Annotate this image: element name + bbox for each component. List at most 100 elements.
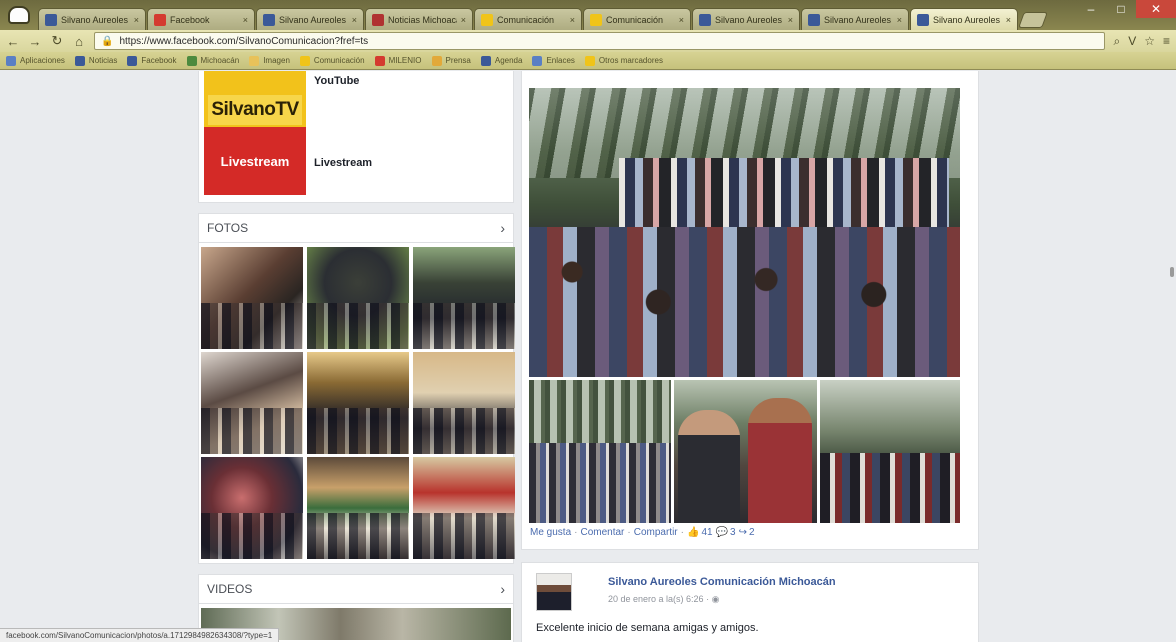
bookmark-label[interactable]: Enlaces (546, 56, 574, 65)
share-link[interactable]: Compartir (634, 527, 678, 538)
browser-tab[interactable]: Comunicación × (583, 8, 691, 30)
browser-tab[interactable]: Noticias Michoacán × (365, 8, 473, 30)
bookmark-label[interactable]: Prensa (446, 56, 471, 65)
bookmark-item[interactable]: Enlaces (532, 55, 575, 66)
tab-close-icon[interactable]: × (134, 15, 139, 25)
tab-title[interactable]: Silvano Aureoles (279, 15, 348, 25)
bookmark-item[interactable]: Aplicaciones (6, 55, 65, 66)
app-livestream[interactable]: Livestream Livestream (204, 127, 372, 195)
tab-close-icon[interactable]: × (1006, 15, 1011, 25)
app-label-livestream[interactable]: Livestream (314, 157, 372, 169)
photo-thumbnail[interactable] (413, 247, 515, 349)
photo-thumbnail[interactable] (307, 352, 409, 454)
close-window-icon[interactable]: ✕ (1136, 0, 1176, 18)
photo-thumbnail[interactable] (307, 457, 409, 559)
tab-title[interactable]: Silvano Aureoles C (61, 15, 130, 25)
extension-icon[interactable]: V (1128, 34, 1136, 48)
post-timestamp[interactable]: 20 de enero a la(s) 6:26 · ◉ (608, 594, 719, 605)
tab-close-icon[interactable]: × (243, 15, 248, 25)
livestream-thumbnail[interactable]: Livestream (204, 127, 306, 195)
address-bar[interactable]: 🔒 https://www.facebook.com/SilvanoComuni… (94, 32, 1106, 50)
bookmark-label[interactable]: Otros marcadores (599, 56, 663, 65)
photo-thumbnail[interactable] (201, 457, 303, 559)
tab-title[interactable]: Comunicación (606, 15, 675, 25)
bookmark-label[interactable]: Agenda (495, 56, 523, 65)
reload-icon[interactable]: ↻ (50, 33, 64, 48)
zoom-icon[interactable]: ⌕ (1113, 34, 1120, 49)
avatar[interactable] (536, 573, 572, 611)
tab-close-icon[interactable]: × (897, 15, 902, 25)
videos-section-header[interactable]: VIDEOS › (198, 574, 514, 604)
tab-title[interactable]: Silvano Aureoles (933, 15, 1002, 25)
bookmark-item[interactable]: Comunicación (299, 55, 365, 66)
bookmark-label[interactable]: MILENIO (389, 56, 422, 65)
forward-icon[interactable]: → (28, 34, 42, 49)
browser-tab[interactable]: Silvano Aureoles C × (38, 8, 146, 30)
tab-title[interactable]: Facebook (170, 15, 239, 25)
comment-link[interactable]: Comentar (580, 527, 624, 538)
new-tab-button[interactable] (1018, 12, 1048, 28)
comments-count[interactable]: 💬 3 (716, 527, 736, 538)
bookmark-item[interactable]: Facebook (127, 55, 177, 66)
tab-close-icon[interactable]: × (461, 15, 466, 25)
photo-thumbnail[interactable] (201, 352, 303, 454)
photos-section-header[interactable]: FOTOS › (198, 213, 514, 243)
tab-close-icon[interactable]: × (679, 15, 684, 25)
menu-icon[interactable]: ≡ (1163, 34, 1170, 48)
post-main-photo[interactable] (529, 88, 960, 377)
url-text[interactable]: https://www.facebook.com/SilvanoComunica… (119, 36, 368, 47)
tab-title[interactable]: Comunicación (497, 15, 566, 25)
bookmark-label[interactable]: Michoacán (201, 56, 240, 65)
bookmark-label[interactable]: Imagen (263, 56, 290, 65)
thumbs-up-icon: 👍 (686, 527, 700, 538)
bookmark-label[interactable]: Noticias (89, 56, 117, 65)
bookmark-item[interactable]: Michoacán (186, 55, 240, 66)
back-icon[interactable]: ← (6, 34, 20, 49)
likes-count[interactable]: 👍 41 (687, 527, 713, 538)
app-label-youtube[interactable]: YouTube (314, 75, 359, 87)
browser-tab[interactable]: Silvano Aureoles × (692, 8, 800, 30)
bookmark-label[interactable]: Facebook (141, 56, 176, 65)
photo-thumbnail[interactable] (307, 247, 409, 349)
tab-close-icon[interactable]: × (788, 15, 793, 25)
chevron-right-icon[interactable]: › (500, 581, 505, 597)
shares-count[interactable]: ↪ 2 (739, 527, 755, 538)
photo-thumbnail[interactable] (413, 457, 515, 559)
app-youtube[interactable]: SilvanoTV YouTube (204, 71, 359, 133)
photos-heading[interactable]: FOTOS (207, 221, 248, 235)
like-link[interactable]: Me gusta (530, 527, 571, 538)
bookmark-item[interactable]: Noticias (74, 55, 117, 66)
home-icon[interactable]: ⌂ (72, 34, 86, 49)
scroll-indicator[interactable] (1170, 267, 1174, 277)
browser-menu-icon[interactable] (4, 2, 34, 28)
videos-heading[interactable]: VIDEOS (207, 582, 252, 596)
chevron-right-icon[interactable]: › (500, 220, 505, 236)
browser-tab[interactable]: Silvano Aureoles × (801, 8, 909, 30)
browser-tab[interactable]: Facebook × (147, 8, 255, 30)
photo-thumbnail[interactable] (413, 352, 515, 454)
post-photo[interactable] (529, 380, 671, 523)
browser-tab[interactable]: Silvano Aureoles × (256, 8, 364, 30)
bookmark-item[interactable]: MILENIO (374, 55, 422, 66)
bookmark-item[interactable]: Prensa (431, 55, 471, 66)
silvanotv-thumbnail[interactable]: SilvanoTV (204, 71, 306, 133)
tab-title[interactable]: Silvano Aureoles (715, 15, 784, 25)
bookmark-item[interactable]: Agenda (480, 55, 523, 66)
post-author[interactable]: Silvano Aureoles Comunicación Michoacán (608, 576, 836, 588)
tab-title[interactable]: Silvano Aureoles (824, 15, 893, 25)
browser-tab[interactable]: Comunicación × (474, 8, 582, 30)
bookmark-label[interactable]: Aplicaciones (20, 56, 65, 65)
post-photo[interactable] (820, 380, 960, 523)
maximize-icon[interactable]: □ (1106, 0, 1136, 18)
photo-thumbnail[interactable] (201, 247, 303, 349)
minimize-icon[interactable]: – (1076, 0, 1106, 18)
bookmark-item[interactable]: Imagen (249, 55, 290, 66)
tab-close-icon[interactable]: × (352, 15, 357, 25)
tab-title[interactable]: Noticias Michoacán (388, 15, 457, 25)
bookmark-item[interactable]: Otros marcadores (584, 55, 663, 66)
bookmark-star-icon[interactable]: ☆ (1144, 34, 1155, 48)
bookmark-label[interactable]: Comunicación (314, 56, 365, 65)
browser-tab[interactable]: Silvano Aureoles × (910, 8, 1018, 30)
post-photo[interactable] (674, 380, 817, 523)
tab-close-icon[interactable]: × (570, 15, 575, 25)
